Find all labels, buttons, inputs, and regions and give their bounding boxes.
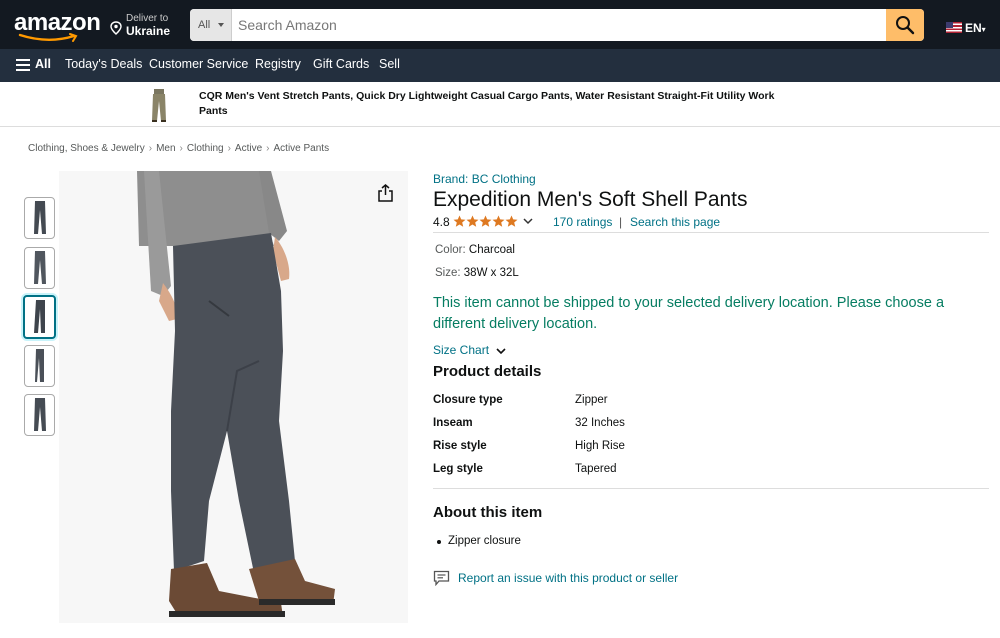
image-thumbnail-4[interactable] [24,345,55,387]
detail-key: Rise style [433,440,487,452]
image-thumbnail-1[interactable] [24,197,55,239]
breadcrumb-item[interactable]: Men [156,143,175,154]
pants-model-image [137,171,335,617]
ratings-count-link[interactable]: 170 ratings [553,215,612,229]
about-bullet: Zipper closure [437,535,521,547]
search-icon [896,16,915,35]
caret-down-icon [218,23,224,27]
about-bullet-text: Zipper closure [448,535,521,547]
detail-value: Tapered [575,463,617,475]
chevron-right-icon: › [179,143,183,154]
main-product-image[interactable] [59,171,408,623]
divider [433,488,989,489]
nav-sell[interactable]: Sell [379,57,400,71]
sponsored-product-title[interactable]: CQR Men's Vent Stretch Pants, Quick Dry … [199,89,799,119]
amazon-smile-icon [18,33,78,42]
caret-down-icon: ▾ [981,25,986,34]
deliver-label: Deliver to [126,13,169,24]
chevron-down-icon [496,348,506,354]
share-icon[interactable] [377,184,394,202]
chevron-right-icon: › [266,143,270,154]
nav-customer-service[interactable]: Customer Service [149,57,248,71]
us-flag-icon [946,22,962,33]
search-button[interactable] [886,9,924,41]
image-thumbnail-5[interactable] [24,394,55,436]
image-thumbnail-2[interactable] [24,247,55,289]
nav-todays-deals[interactable]: Today's Deals [65,57,142,71]
color-value: Charcoal [468,244,515,256]
chevron-right-icon: › [148,143,153,154]
search-category-label: All [198,19,211,31]
separator: | [619,215,623,229]
star-rating-icon[interactable] [453,215,519,228]
breadcrumb-item[interactable]: Active Pants [274,143,330,154]
size-chart-link[interactable]: Size Chart [433,343,506,357]
location-pin-icon [110,21,122,35]
shipping-availability-message: This item cannot be shipped to your sele… [433,295,945,332]
nav-all[interactable]: All [35,57,51,71]
top-nav: amazon Deliver to Ukraine All EN▾ [0,0,1000,49]
sponsored-product-strip[interactable]: CQR Men's Vent Stretch Pants, Quick Dry … [0,82,1000,127]
report-issue-label: Report an issue with this product or sel… [458,571,679,585]
nav-registry[interactable]: Registry [255,57,301,71]
detail-value: Zipper [575,394,608,406]
product-details-heading: Product details [433,363,542,380]
search-bar: All [190,9,924,41]
breadcrumb: Clothing, Shoes & Jewelry › Men › Clothing › A… [28,143,329,154]
detail-value: High Rise [575,440,625,452]
detail-key: Leg style [433,463,483,475]
breadcrumb-item[interactable]: Active [235,143,262,154]
detail-key: Inseam [433,417,473,429]
image-thumbnail-3[interactable] [23,295,56,339]
detail-key: Closure type [433,394,503,406]
search-input[interactable] [232,9,886,41]
size-chart-label: Size Chart [433,343,490,357]
color-attribute: Color: Charcoal [435,244,515,256]
size-label: Size: [435,267,461,279]
product-title: Expedition Men's Soft Shell Pants [433,188,748,211]
nav-gift-cards[interactable]: Gift Cards [313,57,369,71]
chevron-right-icon: › [227,143,231,154]
hamburger-menu-icon[interactable] [16,59,30,71]
about-item-heading: About this item [433,504,543,521]
size-attribute: Size: 38W x 32L [435,267,519,279]
breadcrumb-item[interactable]: Clothing [187,143,224,154]
divider [433,232,989,233]
color-label: Color: [435,244,466,256]
report-message-icon [433,570,450,586]
search-this-page-link[interactable]: Search this page [630,215,720,229]
brand-link[interactable]: Brand: BC Clothing [433,172,536,186]
size-value: 38W x 32L [463,267,519,279]
breadcrumb-item[interactable]: Clothing, Shoes & Jewelry [28,143,145,154]
search-category-select[interactable]: All [190,9,232,41]
sub-nav: All Today's Deals Customer Service Regis… [0,49,1000,82]
language-code: EN [965,21,982,35]
deliver-country: Ukraine [126,24,171,38]
detail-value: 32 Inches [575,417,625,429]
rating-value: 4.8 [433,215,450,229]
chevron-down-icon[interactable] [523,217,533,225]
cargo-pants-thumbnail[interactable] [146,87,172,123]
